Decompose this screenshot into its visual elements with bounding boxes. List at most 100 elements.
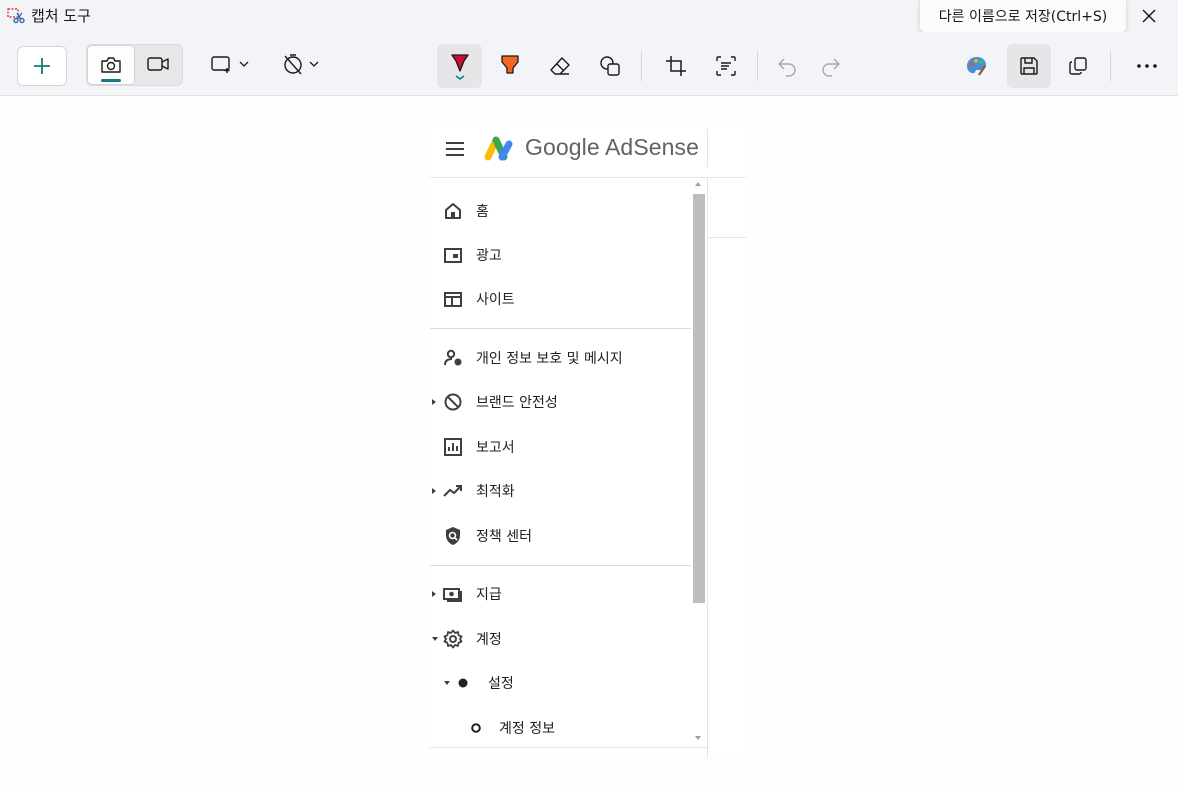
record-mode-button[interactable]: [135, 45, 181, 83]
nav-label: 보고서: [476, 440, 515, 456]
hamburger-menu-icon: [446, 142, 464, 156]
scroll-down-arrow-icon: [695, 736, 701, 740]
nav-label: 홈: [476, 204, 489, 220]
nav-divider: [430, 328, 691, 329]
expand-arrow-icon[interactable]: [432, 488, 436, 494]
reports-icon: [444, 438, 462, 456]
highlighter-icon: [501, 55, 519, 74]
nav-item-account-info: 계정 정보: [430, 706, 692, 750]
timer-icon: [284, 54, 302, 75]
text-actions-icon: [716, 56, 736, 76]
redo-icon: [822, 58, 840, 77]
nav-bottom-divider: [430, 747, 707, 748]
ads-icon: [444, 248, 462, 263]
chevron-down-icon: [309, 61, 319, 67]
toolbar-separator: [641, 51, 642, 81]
filled-dot-icon: [458, 678, 468, 688]
nav-label: 계정 정보: [499, 721, 555, 737]
collapse-arrow-icon[interactable]: [432, 637, 438, 641]
app-title: 캡처 도구: [31, 7, 91, 25]
nav-item-home: 홈: [430, 189, 692, 233]
camera-icon: [101, 57, 121, 73]
more-options-button[interactable]: [1127, 46, 1167, 86]
eraser-button[interactable]: [540, 46, 580, 86]
save-button[interactable]: [1007, 44, 1051, 88]
screenshot-mode-button[interactable]: [87, 45, 135, 85]
redo-button[interactable]: [811, 46, 851, 86]
nav-label: 정책 센터: [476, 529, 532, 545]
hollow-dot-icon: [471, 723, 481, 733]
nav-item-privacy-messaging: 개인 정보 보호 및 메시지: [430, 336, 692, 380]
brand-name: Google AdSense: [525, 134, 700, 160]
timer-dropdown[interactable]: [276, 48, 326, 80]
copy-button[interactable]: [1058, 46, 1098, 86]
shapes-icon: [600, 56, 620, 76]
collapse-arrow-icon[interactable]: [444, 681, 450, 685]
crop-button[interactable]: [656, 46, 696, 86]
nav-label: 지급: [476, 587, 502, 603]
ballpoint-pen-icon: [450, 54, 469, 80]
eraser-icon: [550, 57, 570, 75]
sites-icon: [444, 292, 462, 307]
highlighter-button[interactable]: [490, 46, 530, 86]
text-actions-button[interactable]: [706, 46, 746, 86]
more-icon: [1137, 64, 1157, 68]
nav-label: 광고: [476, 248, 502, 264]
save-icon: [1020, 57, 1038, 75]
toolbar-separator: [757, 51, 758, 81]
nav-label: 설정: [488, 676, 514, 692]
nav-divider: [430, 565, 691, 566]
nav-item-reports: 보고서: [430, 425, 692, 469]
nav-item-optimization: 최적화: [430, 469, 692, 513]
snip-shape-dropdown[interactable]: [205, 48, 255, 80]
expand-arrow-icon[interactable]: [432, 591, 436, 597]
content-divider: [708, 237, 746, 238]
undo-icon: [778, 58, 796, 77]
toolbar-separator: [1110, 51, 1111, 81]
save-as-tooltip: 다른 이름으로 저장(Ctrl+S): [919, 0, 1127, 33]
shapes-button[interactable]: [590, 46, 630, 86]
close-button[interactable]: [1132, 0, 1166, 32]
side-navigation: 홈 광고 사이트 개인 정보 보호 및 메시지 브랜드 안전성 보고서 최적화 …: [430, 178, 692, 758]
copy-icon: [1069, 57, 1087, 75]
plus-icon: [34, 58, 50, 74]
crop-icon: [666, 56, 686, 76]
adsense-header: Google AdSense: [430, 124, 746, 178]
undo-button[interactable]: [767, 46, 807, 86]
snipping-tool-icon: [7, 8, 25, 24]
nav-label: 최적화: [476, 484, 515, 500]
nav-item-policy-center: 정책 센터: [430, 514, 692, 558]
toolbar: [0, 32, 1178, 96]
nav-item-payments: 지급: [430, 572, 692, 616]
header-divider: [707, 129, 708, 167]
ballpoint-pen-button[interactable]: [437, 44, 482, 88]
nav-item-brand-safety: 브랜드 안전성: [430, 380, 692, 424]
rectangle-shape-icon: [211, 56, 230, 73]
new-snip-button[interactable]: [17, 46, 67, 86]
nav-item-sites: 사이트: [430, 277, 692, 321]
close-icon: [1142, 9, 1156, 23]
nav-item-settings: 설정: [430, 661, 692, 705]
video-icon: [147, 57, 169, 71]
captured-image: Google AdSense 홈 광고 사이트 개인 정보 보호 및 메시지 브…: [430, 124, 746, 758]
nav-label: 사이트: [476, 292, 515, 308]
expand-arrow-icon[interactable]: [432, 399, 436, 405]
home-icon: [445, 203, 461, 219]
title-bar: 캡처 도구 다른 이름으로 저장(Ctrl+S): [0, 0, 1178, 33]
nav-label: 개인 정보 보호 및 메시지: [476, 351, 623, 367]
adsense-logo-icon: [484, 136, 513, 161]
scroll-up-arrow-icon: [695, 182, 701, 186]
trending-up-icon: [443, 485, 462, 497]
edit-in-paint-button[interactable]: [957, 46, 997, 86]
content-divider: [707, 178, 708, 758]
active-mode-indicator: [101, 79, 121, 82]
paint-icon: [967, 57, 986, 76]
settings-gear-icon: [443, 629, 463, 649]
nav-item-ads: 광고: [430, 233, 692, 277]
chevron-down-icon: [239, 61, 249, 67]
nav-item-account: 계정: [430, 617, 692, 661]
scrollbar-thumb: [693, 194, 705, 603]
policy-shield-icon: [446, 527, 460, 545]
block-icon: [444, 393, 462, 411]
payments-icon: [443, 588, 462, 602]
